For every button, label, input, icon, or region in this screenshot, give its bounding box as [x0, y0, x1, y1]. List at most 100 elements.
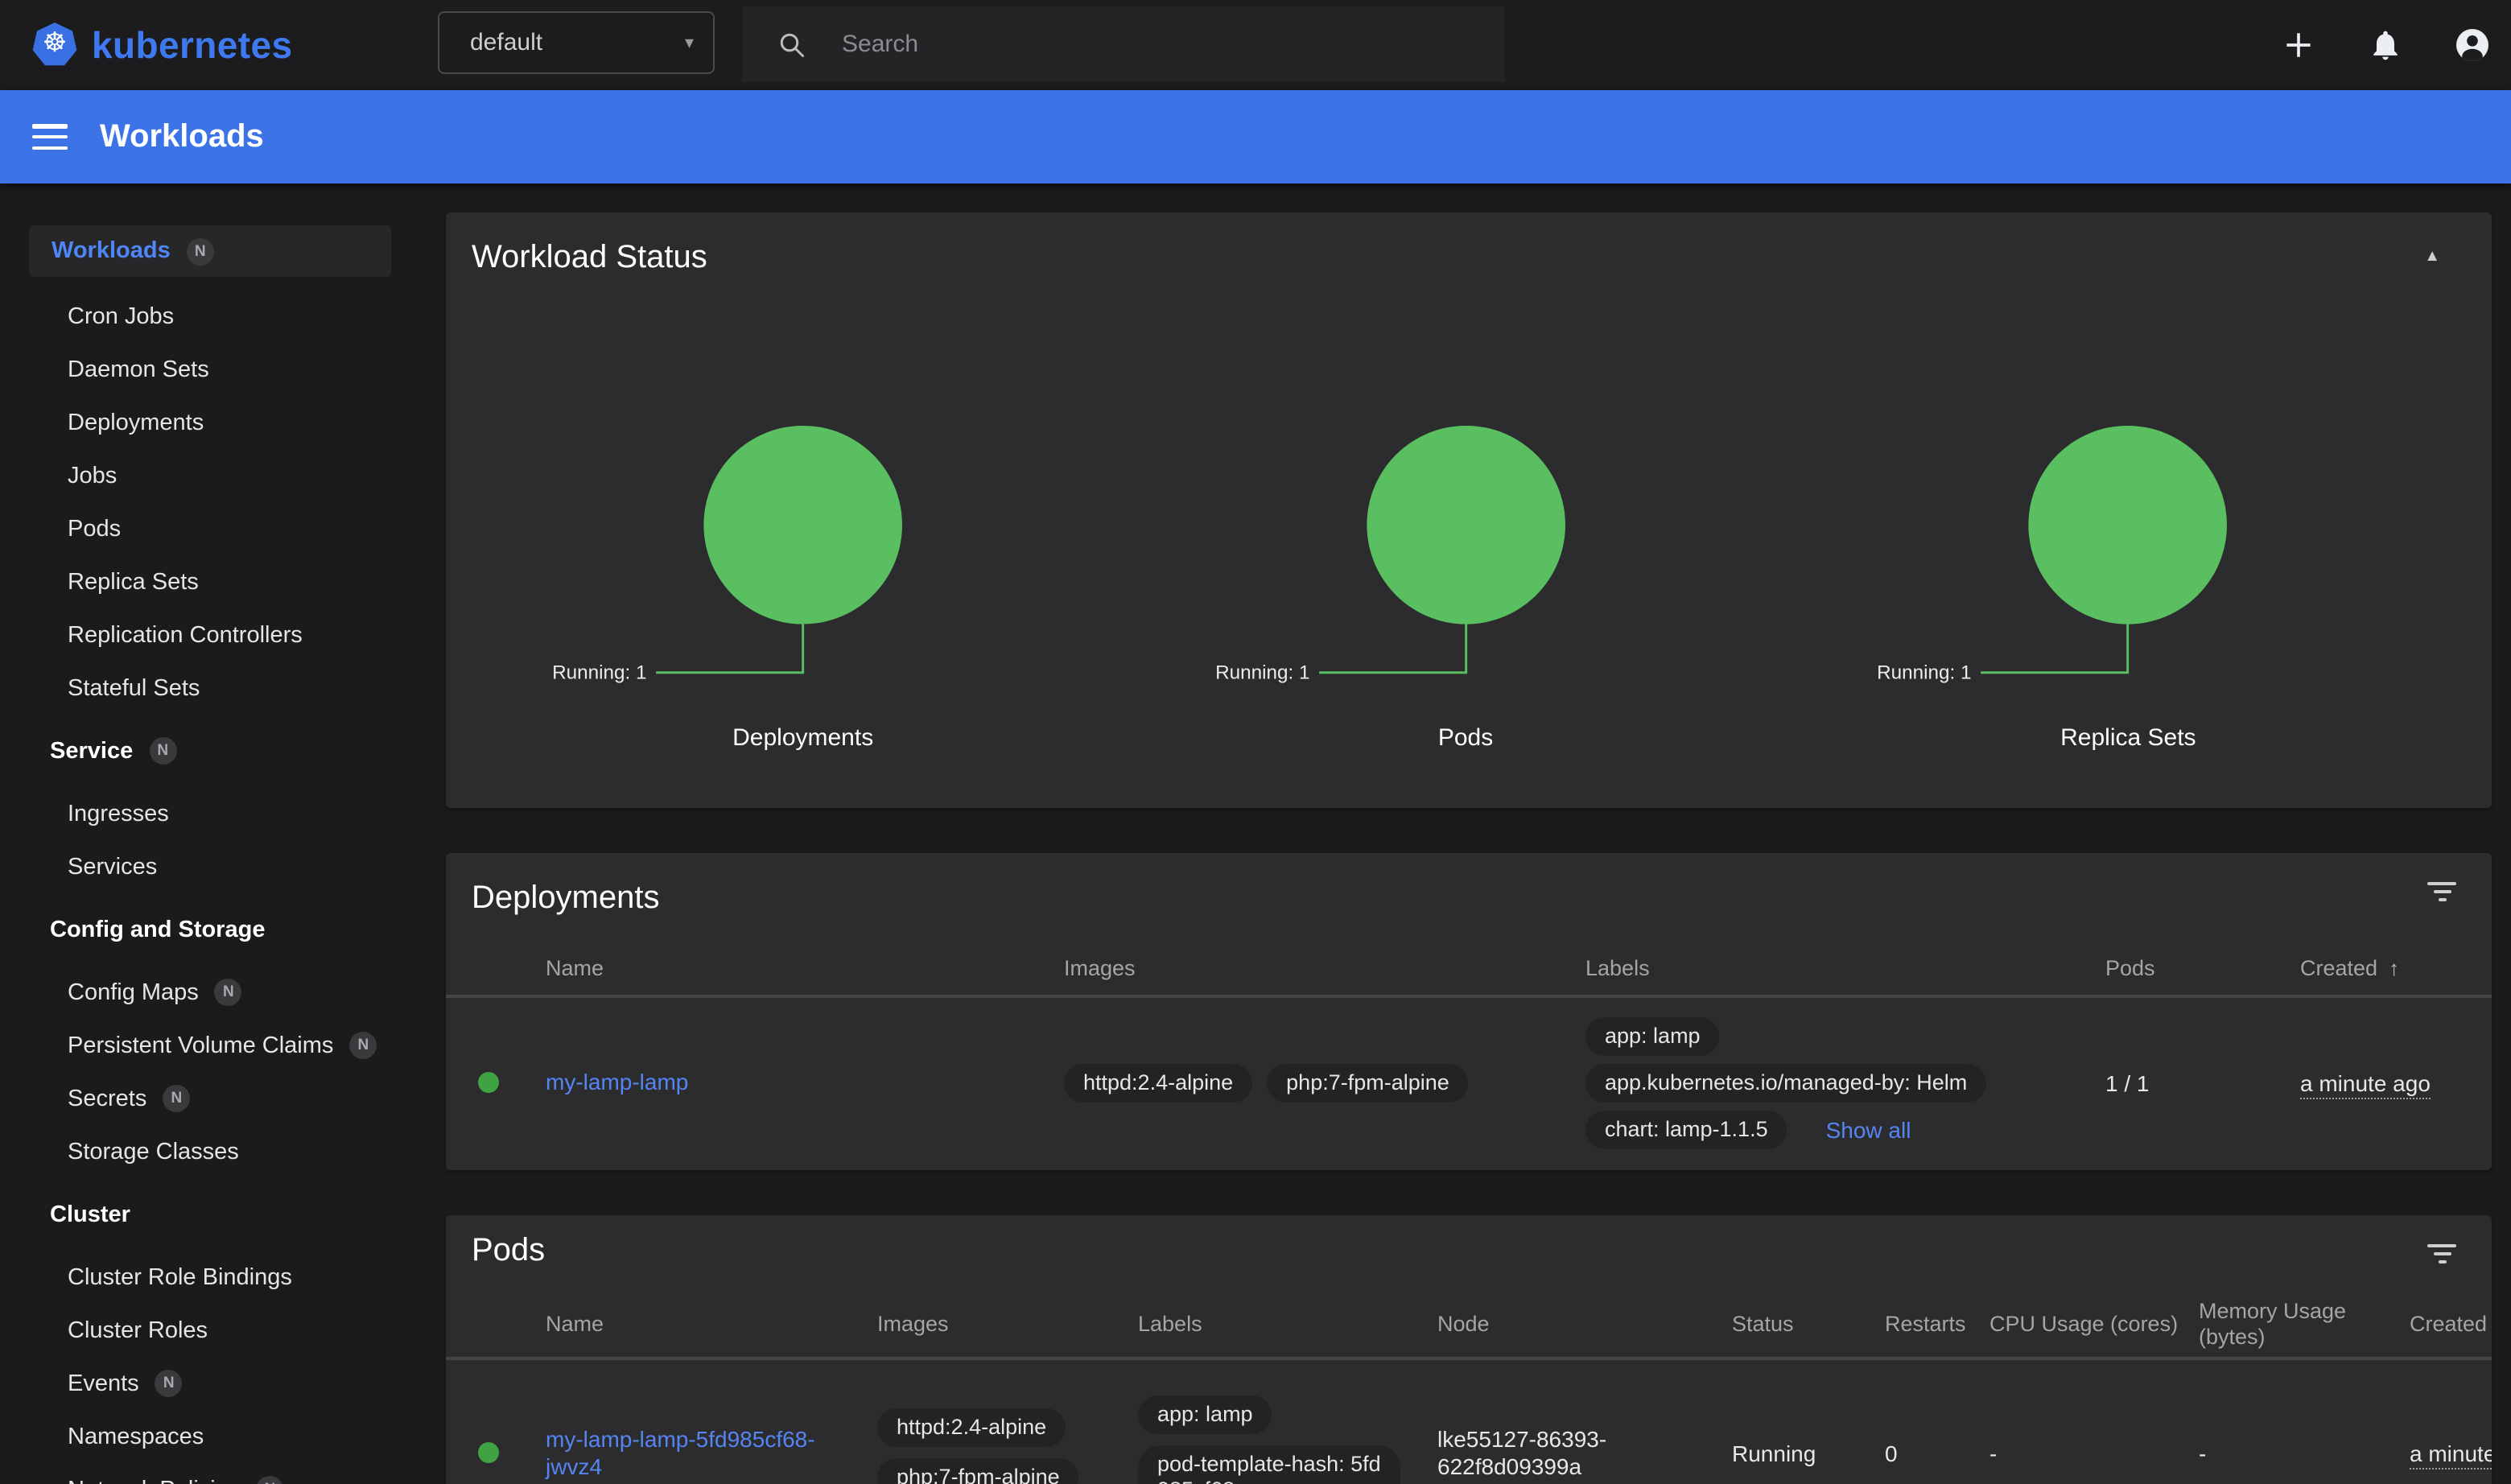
caret-down-icon: ▾: [685, 32, 694, 53]
column-header-restarts[interactable]: Restarts: [1885, 1268, 1989, 1357]
restarts-cell: 0: [1885, 1440, 1989, 1465]
sidebar-item-service[interactable]: Service N: [0, 724, 418, 777]
pods-title: Pods: [472, 1233, 545, 1270]
node-cell: lke55127-86393-622f8d09399a: [1437, 1425, 1732, 1480]
sidebar-item-ingresses[interactable]: Ingresses: [0, 787, 418, 840]
sidebar-item-daemon-sets[interactable]: Daemon Sets: [0, 343, 418, 396]
column-header-status[interactable]: Status: [1732, 1268, 1885, 1357]
column-header-labels[interactable]: Labels: [1138, 1268, 1437, 1357]
pie-annotation: Running: 1: [1214, 662, 1309, 684]
sidebar-item-namespaces[interactable]: Namespaces: [0, 1410, 418, 1463]
sidebar-item-stateful-sets[interactable]: Stateful Sets: [0, 662, 418, 715]
namespace-value: default: [470, 29, 685, 56]
sidebar-section-cluster: Cluster: [0, 1188, 418, 1241]
column-header-status-dot: [446, 1268, 546, 1357]
sidebar-item-events[interactable]: Events N: [0, 1357, 418, 1410]
running-status-dot: [478, 1072, 499, 1093]
sort-ascending-icon: ↑: [2389, 956, 2399, 980]
new-badge: N: [149, 737, 176, 765]
column-header-name[interactable]: Name: [546, 925, 1064, 995]
new-badge: N: [163, 1085, 190, 1112]
workload-status-card: Workload Status ▲ Running: 1 Deployments: [446, 212, 2492, 808]
workload-status-title: Workload Status: [472, 240, 2459, 277]
sidebar-item-replica-sets[interactable]: Replica Sets: [0, 555, 418, 608]
sidebar-item-cron-jobs[interactable]: Cron Jobs: [0, 290, 418, 343]
image-chip: httpd:2.4-alpine: [877, 1408, 1066, 1447]
collapse-card-button[interactable]: ▲: [2424, 248, 2440, 266]
workload-status-charts: Running: 1 Deployments Running: 1 Pods: [472, 422, 2459, 752]
deployments-card: Deployments Name Images Labels Pods Crea…: [446, 853, 2492, 1170]
sidebar-item-cluster-roles[interactable]: Cluster Roles: [0, 1304, 418, 1357]
sidebar-item-storage-classes[interactable]: Storage Classes: [0, 1125, 418, 1178]
relative-time: a minute ago: [2300, 1070, 2431, 1099]
show-all-link[interactable]: Show all: [1826, 1116, 1911, 1142]
menu-toggle-button[interactable]: [32, 124, 68, 150]
new-badge: N: [349, 1032, 377, 1059]
sidebar-item-persistent-volume-claims[interactable]: Persistent Volume Claims N: [0, 1019, 418, 1072]
filter-icon[interactable]: [2427, 1244, 2456, 1267]
sidebar-item-jobs[interactable]: Jobs: [0, 449, 418, 502]
deployments-title: Deployments: [472, 880, 659, 917]
sidebar-item-services[interactable]: Services: [0, 840, 418, 893]
column-header-labels[interactable]: Labels: [1585, 925, 2105, 995]
user-avatar-icon: [2453, 26, 2492, 64]
column-header-name[interactable]: Name: [546, 1268, 877, 1357]
column-header-created[interactable]: Created ↑: [2300, 925, 2492, 995]
pie-chart-label: Replica Sets: [1797, 724, 2459, 752]
labels-cell: app: lamp pod-template-hash: 5fd985cf68: [1138, 1395, 1437, 1484]
sidebar-item-pods[interactable]: Pods: [0, 502, 418, 555]
deployments-pie-chart: Running: 1 Deployments: [472, 422, 1134, 752]
namespace-selector[interactable]: default ▾: [438, 11, 715, 74]
column-header-pods[interactable]: Pods: [2105, 925, 2300, 995]
deployment-name-cell: my-lamp-lamp: [546, 1069, 1064, 1096]
relative-time: a minute ago: [2410, 1440, 2492, 1469]
sidebar-item-secrets[interactable]: Secrets N: [0, 1072, 418, 1125]
column-header-cpu-usage[interactable]: CPU Usage (cores): [1989, 1268, 2199, 1357]
create-resource-button[interactable]: [2279, 26, 2318, 64]
filter-icon[interactable]: [2427, 882, 2456, 905]
new-badge: N: [256, 1476, 283, 1484]
column-header-created[interactable]: Created ↑: [2410, 1268, 2492, 1357]
sidebar-item-config-maps[interactable]: Config Maps N: [0, 966, 418, 1019]
pie-annotation: Running: 1: [552, 662, 646, 684]
sidebar-item-workloads[interactable]: Workloads N: [29, 225, 391, 277]
hamburger-icon: [32, 124, 68, 128]
helm-wheel-glyph: ☸: [32, 21, 77, 66]
images-cell: httpd:2.4-alpine php:7-fpm-alpine: [877, 1408, 1138, 1484]
created-cell: a minute ago: [2410, 1440, 2492, 1465]
sidebar-nav: Workloads N Cron Jobs Daemon Sets Deploy…: [0, 183, 418, 1484]
pods-table-header: Name Images Labels Node Status Restarts …: [446, 1268, 2492, 1360]
labels-cell: app: lamp app.kubernetes.io/managed-by: …: [1585, 1016, 2105, 1148]
sidebar-item-network-policies[interactable]: Network Policies N: [0, 1463, 418, 1484]
search-bar[interactable]: [742, 6, 1505, 82]
header-actions: [2279, 0, 2495, 90]
page-title: Workloads: [100, 118, 264, 155]
account-button[interactable]: [2453, 26, 2492, 64]
pods-card: Pods Name Images Labels Node Status Rest…: [446, 1215, 2492, 1484]
pods-pie-chart: Running: 1 Pods: [1134, 422, 1796, 752]
memory-usage-cell: -: [2199, 1440, 2410, 1465]
sidebar-item-deployments[interactable]: Deployments: [0, 396, 418, 449]
column-header-images[interactable]: Images: [1064, 925, 1585, 995]
pie-chart-label: Pods: [1134, 724, 1796, 752]
notifications-button[interactable]: [2366, 26, 2405, 64]
label-chip: app.kubernetes.io/managed-by: Helm: [1585, 1063, 1986, 1102]
kubernetes-logo-link[interactable]: ☸ kubernetes: [32, 23, 292, 68]
new-badge: N: [155, 1370, 183, 1397]
deployment-link[interactable]: my-lamp-lamp: [546, 1069, 688, 1094]
image-chip: php:7-fpm-alpine: [877, 1458, 1079, 1484]
status-cell: [446, 1072, 546, 1093]
sidebar-item-replication-controllers[interactable]: Replication Controllers: [0, 608, 418, 662]
column-header-node[interactable]: Node: [1437, 1268, 1732, 1357]
search-input[interactable]: [842, 31, 1453, 58]
sidebar-item-cluster-role-bindings[interactable]: Cluster Role Bindings: [0, 1251, 418, 1304]
pie-annotation: Running: 1: [1878, 662, 1972, 684]
column-header-status: [446, 925, 546, 995]
pod-link[interactable]: my-lamp-lamp-5fd985cf68-jwvz4: [546, 1425, 815, 1478]
image-chip: php:7-fpm-alpine: [1267, 1063, 1469, 1102]
column-header-images[interactable]: Images: [877, 1268, 1138, 1357]
pie-svg: Running: 1: [1797, 422, 2459, 695]
pod-row: my-lamp-lamp-5fd985cf68-jwvz4 httpd:2.4-…: [446, 1360, 2492, 1484]
deployments-table-header: Name Images Labels Pods Created ↑: [446, 925, 2492, 998]
column-header-memory-usage[interactable]: Memory Usage (bytes): [2199, 1268, 2410, 1357]
